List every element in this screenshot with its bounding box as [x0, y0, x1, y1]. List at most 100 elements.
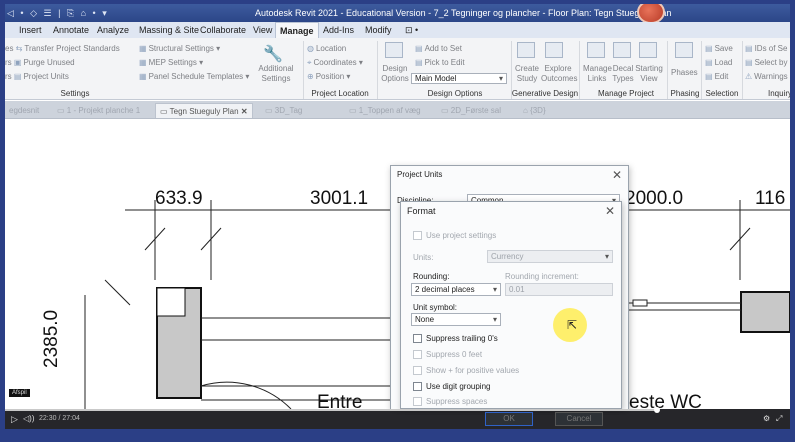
suppress-spaces-checkbox[interactable] — [413, 397, 422, 406]
unit-symbol-select[interactable]: None ▾ — [411, 313, 501, 326]
suppress-trailing-zeros-label: Suppress trailing 0's — [426, 334, 498, 343]
item-label: Location — [315, 44, 347, 53]
ribbon-separator — [303, 41, 304, 99]
ribbon-item-coordinates[interactable]: ⌖ Coordinates ▾ — [307, 58, 363, 68]
tab-manage[interactable]: Manage — [275, 22, 319, 38]
view-tab-label: 3D_Tag — [274, 106, 303, 115]
tab-analyze[interactable]: Analyze — [93, 22, 133, 38]
panel-title-generative-design: Generative Design — [511, 89, 579, 98]
add-to-set-icon: ▤ — [415, 44, 423, 53]
item-label: Load — [714, 58, 733, 67]
rounding-label: Rounding: — [413, 272, 450, 281]
ribbon-item-position[interactable]: ⊕ Position ▾ — [307, 72, 350, 82]
design-options-button[interactable]: Design Options — [379, 64, 411, 84]
chevron-down-icon: ▾ — [604, 252, 609, 261]
close-icon[interactable]: ✕ — [612, 168, 622, 182]
ribbon-item-project-units[interactable]: rs ▤ Project Units — [5, 72, 69, 82]
select-by-id-button[interactable]: ▤ Select by — [745, 58, 787, 68]
ribbon-item-transfer-standards[interactable]: es ⇆ Transfer Project Standards — [5, 44, 120, 54]
ribbon-item-panel-schedule[interactable]: ▦ Panel Schedule Templates ▾ — [139, 72, 249, 82]
video-scrubber-handle[interactable] — [654, 407, 660, 413]
warnings-button[interactable]: ⚠ Warnings — [745, 72, 788, 82]
show-plus-checkbox[interactable] — [413, 366, 422, 375]
item-label: Add to Set — [424, 44, 462, 53]
selection-save-button[interactable]: ▤ Save — [705, 44, 733, 54]
decal-types-button[interactable]: Decal Types — [611, 64, 635, 84]
view-tab-label: 1 - Projekt planche 1 — [66, 106, 141, 115]
ribbon-panel-area: es ⇆ Transfer Project Standards rs ▣ Purge… — [5, 38, 790, 100]
volume-icon[interactable]: ◁)) — [23, 414, 34, 423]
tab-annotate[interactable]: Annotate — [49, 22, 93, 38]
dimension-label: 3001.1 — [310, 188, 369, 209]
rounding-select[interactable]: 2 decimal places ▾ — [411, 283, 501, 296]
view-tab[interactable]: ▭ 2D_Første sal — [437, 103, 505, 118]
tab-collaborate[interactable]: Collaborate — [196, 22, 250, 38]
view-tab[interactable]: ▭ 3D_Tag — [261, 103, 306, 118]
quick-access-toolbar[interactable]: ◁ • ◇ ☰ | ⎘ ⌂ • ▾ — [7, 4, 109, 22]
panel-title-project-location: Project Location — [311, 89, 369, 98]
ids-icon: ▤ — [745, 44, 753, 53]
ribbon-item-structural-settings[interactable]: ▦ Structural Settings ▾ — [139, 44, 220, 54]
settings-gear-icon[interactable]: ⚙ — [763, 414, 770, 423]
tab-view[interactable]: View — [249, 22, 276, 38]
ribbon-item-location[interactable]: ◍ Location — [307, 44, 346, 54]
suppress-trailing-zeros-checkbox[interactable] — [413, 334, 422, 343]
add-to-set-button[interactable]: ▤ Add to Set — [415, 44, 462, 54]
video-player-bar: ▷ ◁)) 22:30 / 27:04 OK Cancel ⚙ ⤢ — [5, 407, 790, 429]
units-value: Currency — [491, 252, 524, 261]
units-select[interactable]: Currency ▾ — [487, 250, 613, 263]
coordinates-icon: ⌖ — [307, 58, 312, 67]
tab-contextual-dropdown[interactable]: ⊡ • — [401, 22, 422, 38]
ribbon-separator — [579, 41, 580, 99]
use-project-settings-label: Use project settings — [426, 231, 497, 240]
purge-icon: ▣ — [13, 58, 22, 67]
use-digit-grouping-checkbox[interactable] — [413, 382, 422, 391]
tab-insert[interactable]: Insert — [15, 22, 46, 38]
view-tab[interactable]: egdesnit — [5, 103, 43, 118]
suppress-feet-checkbox[interactable] — [413, 350, 422, 359]
pick-to-edit-button[interactable]: ▤ Pick to Edit — [415, 58, 465, 68]
play-icon[interactable]: ▷ — [11, 414, 18, 425]
close-tab-icon[interactable]: ✕ — [241, 107, 248, 116]
video-progress-bar[interactable] — [5, 409, 655, 411]
tab-modify[interactable]: Modify — [361, 22, 396, 38]
selection-edit-button[interactable]: ▤ Edit — [705, 72, 728, 82]
view-tab[interactable]: ⌂ {3D} — [519, 103, 550, 118]
create-study-button[interactable]: Create Study — [513, 64, 541, 84]
ids-of-selection-button[interactable]: ▤ IDs of Se — [745, 44, 787, 54]
view-tab-active[interactable]: ▭ Tegn Stueguly Plan ✕ — [155, 103, 253, 118]
starting-view-button[interactable]: Starting View — [635, 64, 663, 84]
mep-icon: ▦ — [139, 58, 147, 67]
view-tab[interactable]: ▭ 1 - Projekt planche 1 — [53, 103, 144, 118]
cancel-button[interactable]: Cancel — [555, 412, 603, 426]
warnings-icon: ⚠ — [745, 72, 753, 81]
phases-icon — [675, 42, 693, 58]
dimension-label: 116 — [755, 188, 786, 209]
design-option-select[interactable]: Main Model ▾ — [411, 73, 507, 84]
select-by-icon: ▤ — [745, 58, 753, 67]
wrench-icon: 🔧 — [263, 46, 283, 63]
close-icon[interactable]: ✕ — [605, 204, 615, 218]
video-badge: Afspil — [9, 389, 30, 397]
dimension-label: 2000.0 — [625, 188, 684, 209]
additional-settings-button[interactable]: Additional Settings — [255, 64, 297, 84]
phases-button[interactable]: Phases — [671, 68, 698, 78]
explore-outcomes-button[interactable]: Explore Outcomes — [541, 64, 577, 84]
fullscreen-icon[interactable]: ⤢ — [776, 414, 782, 424]
item-label: Edit — [714, 72, 729, 81]
tab-add-ins[interactable]: Add-Ins — [319, 22, 358, 38]
rounding-increment-field[interactable]: 0.01 — [505, 283, 613, 296]
tab-massing-site[interactable]: Massing & Site — [135, 22, 203, 38]
use-project-settings-checkbox[interactable] — [413, 231, 422, 240]
item-label: MEP Settings ▾ — [148, 58, 204, 67]
view-tab[interactable]: ▭ 1_Toppen af væg — [345, 103, 425, 118]
ribbon-item-purge-unused[interactable]: rs ▣ Purge Unused — [5, 58, 75, 68]
item-label: Pick to Edit — [424, 58, 465, 67]
chevron-down-icon: ▾ — [498, 74, 503, 83]
manage-links-button[interactable]: Manage Links — [583, 64, 612, 84]
ribbon-item-mep-settings[interactable]: ▦ MEP Settings ▾ — [139, 58, 203, 68]
selection-load-button[interactable]: ▤ Load — [705, 58, 732, 68]
panel-title-manage-project: Manage Project — [597, 89, 655, 98]
rounding-increment-label: Rounding increment: — [505, 272, 579, 281]
ok-button[interactable]: OK — [485, 412, 533, 426]
